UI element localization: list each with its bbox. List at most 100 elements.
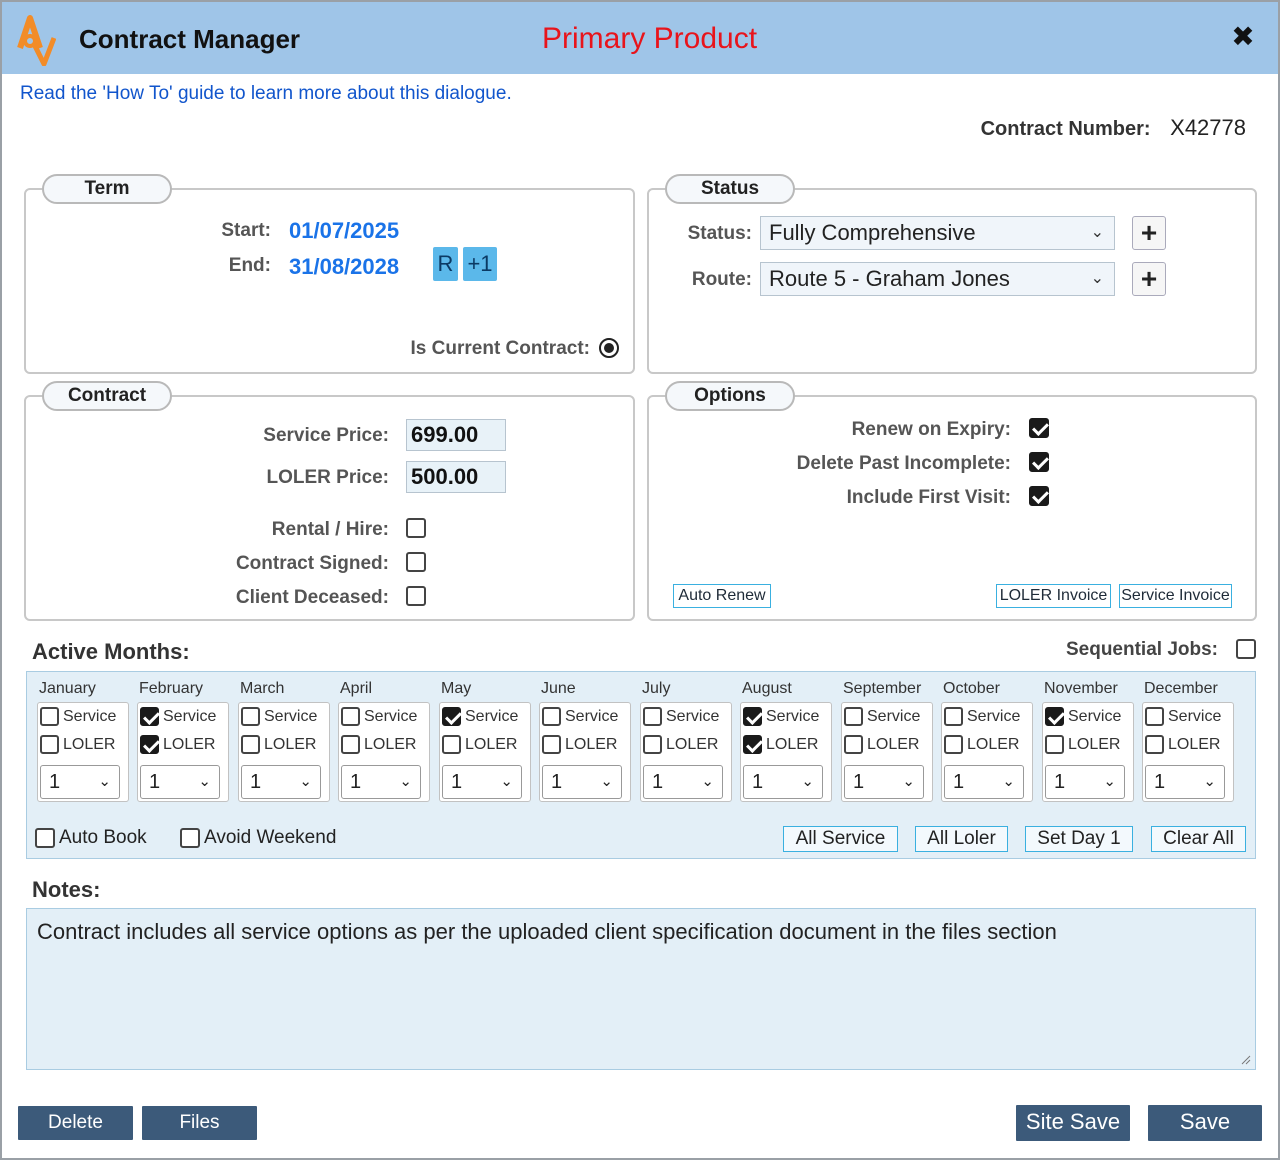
site-save-button[interactable]: Site Save [1016, 1105, 1130, 1141]
month-loler-checkbox[interactable] [140, 735, 159, 754]
month-loler-checkbox[interactable] [844, 735, 863, 754]
month-service-checkbox[interactable] [844, 707, 863, 726]
month-loler-option[interactable]: LOLER [140, 735, 215, 754]
route-label: Route: [691, 269, 752, 290]
month-day-select[interactable]: 1 ⌄ [341, 765, 421, 799]
month-loler-option[interactable]: LOLER [241, 735, 316, 754]
month-loler-checkbox[interactable] [40, 735, 59, 754]
auto-renew-button[interactable]: Auto Renew [673, 584, 771, 608]
month-loler-option[interactable]: LOLER [1045, 735, 1120, 754]
month-service-checkbox[interactable] [743, 707, 762, 726]
month-loler-option[interactable]: LOLER [944, 735, 1019, 754]
month-loler-option[interactable]: LOLER [442, 735, 517, 754]
month-service-checkbox[interactable] [341, 707, 360, 726]
month-service-option[interactable]: Service [542, 707, 618, 726]
delete-button[interactable]: Delete [18, 1106, 133, 1140]
auto-book-option[interactable]: Auto Book [35, 827, 147, 849]
service-invoice-button[interactable]: Service Invoice [1119, 584, 1232, 608]
avoid-weekend-option[interactable]: Avoid Weekend [180, 827, 336, 849]
clear-all-button[interactable]: Clear All [1151, 826, 1246, 852]
add-status-button[interactable]: + [1132, 216, 1166, 250]
month-loler-option[interactable]: LOLER [1145, 735, 1220, 754]
month-loler-label: LOLER [163, 735, 216, 753]
month-service-checkbox[interactable] [40, 707, 59, 726]
month-day-select[interactable]: 1 ⌄ [944, 765, 1024, 799]
month-service-option[interactable]: Service [40, 707, 116, 726]
month-service-option[interactable]: Service [341, 707, 417, 726]
save-button[interactable]: Save [1148, 1105, 1262, 1141]
sequential-checkbox[interactable] [1236, 639, 1256, 659]
month-loler-option[interactable]: LOLER [40, 735, 115, 754]
renew-checkbox[interactable] [1029, 418, 1049, 438]
deceased-checkbox[interactable] [406, 586, 426, 606]
month-day-select[interactable]: 1 ⌄ [844, 765, 924, 799]
month-loler-checkbox[interactable] [944, 735, 963, 754]
resize-grip-icon[interactable] [1241, 1055, 1251, 1065]
delete-past-checkbox[interactable] [1029, 452, 1049, 472]
month-service-option[interactable]: Service [1045, 707, 1121, 726]
howto-link[interactable]: Read the 'How To' guide to learn more ab… [20, 83, 512, 105]
month-day-select[interactable]: 1 ⌄ [1045, 765, 1125, 799]
month-service-option[interactable]: Service [743, 707, 819, 726]
month-loler-option[interactable]: LOLER [542, 735, 617, 754]
files-button[interactable]: Files [142, 1106, 257, 1140]
avoid-weekend-checkbox[interactable] [180, 828, 200, 848]
month-day-select[interactable]: 1 ⌄ [542, 765, 622, 799]
signed-checkbox[interactable] [406, 552, 426, 572]
month-day-select[interactable]: 1 ⌄ [643, 765, 723, 799]
month-loler-checkbox[interactable] [643, 735, 662, 754]
rental-checkbox[interactable] [406, 518, 426, 538]
all-service-button[interactable]: All Service [783, 826, 898, 852]
auto-book-checkbox[interactable] [35, 828, 55, 848]
month-loler-checkbox[interactable] [341, 735, 360, 754]
month-service-checkbox[interactable] [241, 707, 260, 726]
month-service-checkbox[interactable] [944, 707, 963, 726]
plus-one-year-button[interactable]: +1 [463, 247, 497, 281]
month-loler-checkbox[interactable] [542, 735, 561, 754]
status-select[interactable]: Fully Comprehensive ⌄ [760, 216, 1115, 250]
month-service-option[interactable]: Service [1145, 707, 1221, 726]
month-service-checkbox[interactable] [643, 707, 662, 726]
service-price-input[interactable]: 699.00 [406, 419, 506, 451]
month-loler-checkbox[interactable] [442, 735, 461, 754]
month-service-checkbox[interactable] [442, 707, 461, 726]
notes-textarea[interactable]: Contract includes all service options as… [26, 908, 1256, 1070]
first-visit-checkbox[interactable] [1029, 486, 1049, 506]
route-select[interactable]: Route 5 - Graham Jones ⌄ [760, 262, 1115, 296]
month-loler-option[interactable]: LOLER [743, 735, 818, 754]
month-loler-checkbox[interactable] [241, 735, 260, 754]
month-day-select[interactable]: 1 ⌄ [1145, 765, 1225, 799]
month-service-option[interactable]: Service [944, 707, 1020, 726]
loler-invoice-button[interactable]: LOLER Invoice [996, 584, 1111, 608]
month-loler-option[interactable]: LOLER [341, 735, 416, 754]
month-loler-option[interactable]: LOLER [643, 735, 718, 754]
month-service-option[interactable]: Service [140, 707, 216, 726]
month-loler-checkbox[interactable] [743, 735, 762, 754]
month-day-value: 1 [149, 771, 161, 793]
close-icon[interactable]: ✖ [1228, 22, 1258, 52]
all-loler-button[interactable]: All Loler [915, 826, 1008, 852]
month-service-checkbox[interactable] [1045, 707, 1064, 726]
month-day-select[interactable]: 1 ⌄ [442, 765, 522, 799]
month-loler-checkbox[interactable] [1045, 735, 1064, 754]
month-day-select[interactable]: 1 ⌄ [743, 765, 823, 799]
month-service-checkbox[interactable] [140, 707, 159, 726]
month-service-option[interactable]: Service [643, 707, 719, 726]
is-current-radio[interactable] [599, 338, 619, 358]
start-date[interactable]: 01/07/2025 [289, 218, 399, 244]
add-route-button[interactable]: + [1132, 262, 1166, 296]
month-day-select[interactable]: 1 ⌄ [241, 765, 321, 799]
month-loler-checkbox[interactable] [1145, 735, 1164, 754]
month-service-option[interactable]: Service [844, 707, 920, 726]
month-loler-option[interactable]: LOLER [844, 735, 919, 754]
reset-r-button[interactable]: R [433, 247, 458, 281]
loler-price-input[interactable]: 500.00 [406, 461, 506, 493]
month-service-option[interactable]: Service [241, 707, 317, 726]
month-day-select[interactable]: 1 ⌄ [140, 765, 220, 799]
month-day-select[interactable]: 1 ⌄ [40, 765, 120, 799]
month-service-checkbox[interactable] [542, 707, 561, 726]
set-day-button[interactable]: Set Day 1 [1025, 826, 1133, 852]
month-service-checkbox[interactable] [1145, 707, 1164, 726]
end-date[interactable]: 31/08/2028 [289, 254, 399, 280]
month-service-option[interactable]: Service [442, 707, 518, 726]
